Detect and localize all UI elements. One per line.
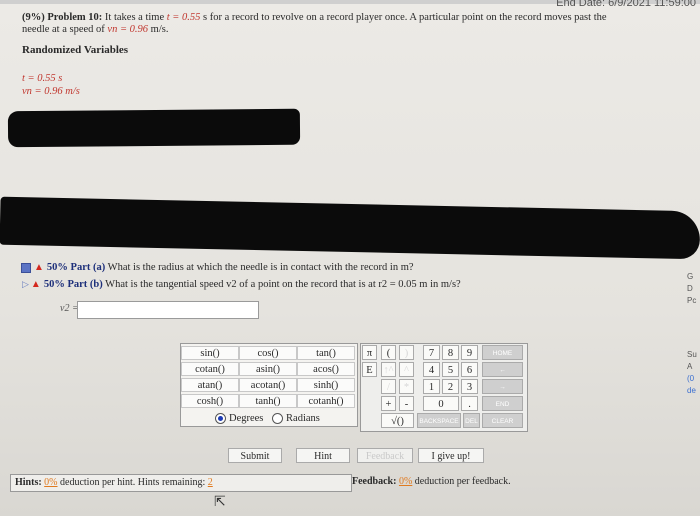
sin-button[interactable]: sin()	[181, 346, 239, 360]
acos-button[interactable]: acos()	[297, 362, 355, 376]
side-text: (0	[687, 374, 695, 383]
angle-mode: Degrees Radians	[215, 413, 320, 425]
key-1[interactable]: 1	[423, 379, 440, 394]
end-key[interactable]: END	[482, 396, 523, 411]
cosh-button[interactable]: cosh()	[181, 394, 239, 408]
part-b[interactable]: ▷ ▲ 50% Part (b) What is the tangential sp…	[22, 279, 461, 290]
feedback-text: deduction per feedback.	[414, 476, 511, 487]
collapse-icon[interactable]	[21, 263, 31, 273]
left-arrow-key[interactable]: ←	[482, 362, 523, 377]
key-6[interactable]: 6	[461, 362, 478, 377]
warning-icon: ▲	[30, 279, 41, 290]
e-key[interactable]: E	[362, 362, 377, 377]
delete-key[interactable]: DEL	[463, 413, 480, 428]
key-8[interactable]: 8	[442, 345, 459, 360]
part-b-text: What is the tangential speed v2 of a poi…	[105, 279, 461, 290]
redaction-block	[7, 108, 301, 148]
key-0[interactable]: 0	[423, 396, 459, 411]
submit-button[interactable]: Submit	[228, 448, 282, 463]
feedback-pct: 0%	[398, 476, 413, 487]
mouse-cursor-icon: ⇱	[214, 494, 226, 510]
page: End Date: 6/9/2021 11:59:00 (9%) Problem…	[0, 0, 700, 516]
home-key[interactable]: HOME	[482, 345, 523, 360]
side-text: de	[687, 386, 696, 395]
up-key[interactable]: ↑^	[381, 362, 396, 377]
key-2[interactable]: 2	[442, 379, 459, 394]
end-date: End Date: 6/9/2021 11:59:00	[556, 0, 696, 9]
side-text: A	[687, 362, 693, 371]
hints-text: deduction per hint. Hints remaining:	[60, 477, 206, 488]
radians-label: Radians	[286, 413, 320, 424]
warning-icon: ▲	[34, 262, 44, 273]
hints-pct: 0%	[44, 477, 58, 488]
asin-button[interactable]: asin()	[239, 362, 297, 376]
problem-text-4: m/s.	[148, 24, 169, 35]
sqrt-key[interactable]: √()	[381, 413, 414, 428]
problem-title: (9%) Problem 10:	[22, 12, 103, 23]
cos-button[interactable]: cos()	[239, 346, 297, 360]
rv-t: t = 0.55 s	[22, 73, 63, 84]
part-a-pct: 50% Part (a)	[46, 262, 106, 273]
hints-label: Hints:	[15, 477, 42, 488]
degrees-radio[interactable]	[215, 413, 226, 425]
tan-button[interactable]: tan()	[297, 346, 355, 360]
side-text: Pc	[687, 296, 697, 305]
part-a-text: What is the radius at which the needle i…	[107, 262, 414, 273]
atan-button[interactable]: atan()	[181, 378, 239, 392]
dot-key[interactable]: .	[461, 396, 478, 411]
plus-key[interactable]: +	[381, 396, 396, 411]
degrees-label: Degrees	[229, 413, 264, 424]
minus-key[interactable]: -	[399, 396, 414, 411]
clear-key[interactable]: CLEAR	[482, 413, 523, 428]
randomized-variables-title: Randomized Variables	[22, 44, 129, 56]
problem-statement: (9%) Problem 10: It takes a time t = 0.5…	[22, 12, 700, 36]
hint-button[interactable]: Hint	[296, 448, 350, 463]
rparen-key[interactable]: )	[399, 345, 414, 360]
answer-input[interactable]	[77, 301, 259, 319]
problem-text-2: s for a record to revolve on a record pl…	[200, 12, 607, 23]
right-arrow-key[interactable]: →	[482, 379, 523, 394]
key-7[interactable]: 7	[423, 345, 440, 360]
lparen-key[interactable]: (	[381, 345, 396, 360]
cotanh-button[interactable]: cotanh()	[297, 394, 355, 408]
v-value: vn = 0.96	[107, 24, 149, 35]
part-a[interactable]: ▲ 50% Part (a) What is the radius at whic…	[34, 262, 414, 273]
rv-v: vn = 0.96 m/s	[22, 86, 80, 97]
pi-key[interactable]: π	[362, 345, 377, 360]
side-text: Su	[687, 350, 697, 359]
multiply-key[interactable]: *	[399, 379, 414, 394]
problem-text-3: needle at a speed of	[22, 24, 108, 35]
feedback-button[interactable]: Feedback	[357, 448, 413, 463]
give-up-button[interactable]: I give up!	[418, 448, 484, 463]
side-text: D	[687, 284, 693, 293]
answer-label: v2 =	[60, 303, 79, 314]
divide-key[interactable]: /	[381, 379, 396, 394]
problem-text: It takes a time	[104, 12, 167, 23]
key-5[interactable]: 5	[442, 362, 459, 377]
part-b-pct: 50% Part (b)	[43, 279, 103, 290]
key-9[interactable]: 9	[461, 345, 478, 360]
key-4[interactable]: 4	[423, 362, 440, 377]
acotan-button[interactable]: acotan()	[239, 378, 297, 392]
tanh-button[interactable]: tanh()	[239, 394, 297, 408]
t-value: t = 0.55	[166, 12, 201, 23]
key-3[interactable]: 3	[461, 379, 478, 394]
side-text: G	[687, 272, 694, 281]
arrow-right-icon: ▷	[22, 279, 29, 289]
feedback-bar: Feedback: 0% deduction per feedback.	[352, 474, 672, 490]
feedback-label: Feedback:	[352, 476, 397, 487]
caret-key[interactable]: ^	[399, 362, 414, 377]
cotan-button[interactable]: cotan()	[181, 362, 239, 376]
hints-bar: Hints: 0% deduction per hint. Hints rema…	[10, 474, 352, 492]
sinh-button[interactable]: sinh()	[297, 378, 355, 392]
backspace-key[interactable]: BACKSPACE	[417, 413, 461, 428]
radians-radio[interactable]	[272, 413, 284, 425]
hints-remaining: 2	[207, 477, 213, 488]
redaction-block	[0, 196, 700, 260]
